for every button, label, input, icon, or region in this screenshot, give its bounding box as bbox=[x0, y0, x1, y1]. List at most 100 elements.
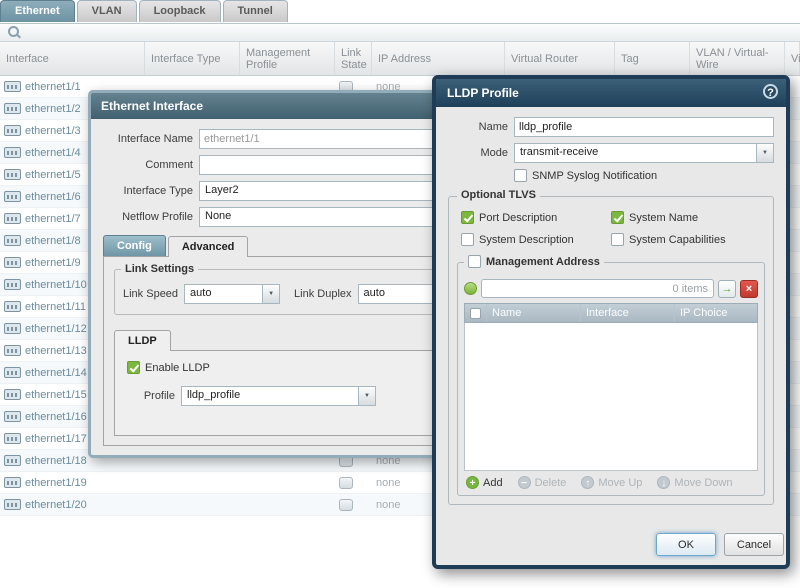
move-down-icon: ↓ bbox=[657, 476, 670, 489]
move-up-icon: ↑ bbox=[581, 476, 594, 489]
management-address-table-body[interactable] bbox=[464, 323, 758, 471]
tab-ethernet[interactable]: Ethernet bbox=[0, 0, 75, 22]
enable-lldp-checkbox[interactable] bbox=[127, 361, 140, 374]
management-address-group: Management Address 0 items → × Name Inte… bbox=[457, 262, 765, 496]
interface-name-link[interactable]: ethernet1/7 bbox=[25, 213, 81, 225]
column-header-ip-address[interactable]: IP Address bbox=[372, 42, 505, 75]
lldp-profile-dialog: LLDP Profile ? Name Mode transmit-receiv… bbox=[432, 75, 790, 569]
lldp-profile-dropdown-button[interactable]: ▼ bbox=[359, 386, 376, 406]
interface-name-link[interactable]: ethernet1/15 bbox=[25, 389, 87, 401]
tab-advanced[interactable]: Advanced bbox=[168, 236, 249, 257]
column-header-interface[interactable]: Interface bbox=[581, 304, 675, 322]
ok-button[interactable]: OK bbox=[656, 533, 716, 556]
ethernet-port-icon bbox=[4, 455, 21, 466]
lldp-profile-dropdown[interactable]: lldp_profile ▼ bbox=[181, 386, 376, 406]
column-header-ip-choice[interactable]: IP Choice bbox=[675, 304, 757, 322]
interface-name-link[interactable]: ethernet1/2 bbox=[25, 103, 81, 115]
column-header-interface[interactable]: Interface bbox=[0, 42, 145, 75]
help-icon[interactable]: ? bbox=[763, 84, 778, 99]
interface-name-link[interactable]: ethernet1/12 bbox=[25, 323, 87, 335]
port-description-checkbox[interactable] bbox=[461, 211, 474, 224]
link-speed-dropdown-button[interactable]: ▼ bbox=[263, 284, 280, 304]
lldp-mode-label: Mode bbox=[448, 147, 508, 159]
interface-name-link[interactable]: ethernet1/17 bbox=[25, 433, 87, 445]
netflow-profile-label: Netflow Profile bbox=[103, 211, 193, 223]
interface-name-link[interactable]: ethernet1/18 bbox=[25, 455, 87, 467]
lldp-mode-value: transmit-receive bbox=[514, 143, 757, 163]
interface-name-link[interactable]: ethernet1/9 bbox=[25, 257, 81, 269]
lldp-name-label: Name bbox=[448, 121, 508, 133]
system-capabilities-checkbox[interactable] bbox=[611, 233, 624, 246]
system-name-label: System Name bbox=[629, 212, 698, 224]
link-state-icon bbox=[339, 499, 353, 511]
lldp-name-field[interactable] bbox=[514, 117, 774, 137]
snmp-syslog-checkbox[interactable] bbox=[514, 169, 527, 182]
interface-name-link[interactable]: ethernet1/3 bbox=[25, 125, 81, 137]
lldp-mode-dropdown[interactable]: transmit-receive ▼ bbox=[514, 143, 774, 163]
column-header-management-profile[interactable]: Management Profile bbox=[240, 42, 335, 75]
select-all-checkbox[interactable] bbox=[470, 308, 481, 319]
column-header-interface-type[interactable]: Interface Type bbox=[145, 42, 240, 75]
add-button[interactable]: + Add bbox=[466, 476, 503, 489]
interface-name-link[interactable]: ethernet1/8 bbox=[25, 235, 81, 247]
management-address-toolbar: 0 items → × bbox=[464, 279, 758, 298]
interface-name-link[interactable]: ethernet1/5 bbox=[25, 169, 81, 181]
cancel-button[interactable]: Cancel bbox=[724, 533, 784, 556]
interface-name-link[interactable]: ethernet1/16 bbox=[25, 411, 87, 423]
management-address-checkbox[interactable] bbox=[468, 255, 481, 268]
column-header-vlan-virtual-wire[interactable]: VLAN / Virtual-Wire bbox=[690, 42, 785, 75]
search-icon bbox=[8, 26, 21, 39]
interface-name-link[interactable]: ethernet1/20 bbox=[25, 499, 87, 511]
column-header-name[interactable]: Name bbox=[487, 304, 581, 322]
filter-bar[interactable] bbox=[0, 23, 800, 42]
ethernet-port-icon bbox=[4, 147, 21, 158]
column-header-tag[interactable]: Tag bbox=[615, 42, 690, 75]
tab-lldp[interactable]: LLDP bbox=[114, 330, 171, 351]
link-speed-value: auto bbox=[184, 284, 263, 304]
lldp-mode-dropdown-button[interactable]: ▼ bbox=[757, 143, 774, 163]
add-label: Add bbox=[483, 477, 503, 489]
interface-cell: ethernet1/20 bbox=[0, 494, 145, 516]
interface-name-link[interactable]: ethernet1/14 bbox=[25, 367, 87, 379]
tab-loopback[interactable]: Loopback bbox=[139, 0, 221, 22]
ethernet-port-icon bbox=[4, 301, 21, 312]
lldp-dialog-body: Name Mode transmit-receive ▼ SNMP Syslog… bbox=[436, 107, 786, 565]
management-address-filter-input[interactable]: 0 items bbox=[481, 279, 714, 298]
column-header-link-state[interactable]: Link State bbox=[335, 42, 372, 75]
system-name-checkbox[interactable] bbox=[611, 211, 624, 224]
apply-filter-button[interactable]: → bbox=[718, 280, 736, 298]
tlv-system-name: System Name bbox=[611, 211, 761, 224]
move-down-button[interactable]: ↓ Move Down bbox=[657, 476, 732, 489]
lldp-dialog-titlebar[interactable]: LLDP Profile ? bbox=[436, 79, 786, 107]
clear-filter-button[interactable]: × bbox=[740, 280, 758, 298]
interface-name-link[interactable]: ethernet1/13 bbox=[25, 345, 87, 357]
select-all-cell bbox=[465, 304, 487, 322]
items-count: 0 items bbox=[673, 283, 708, 295]
ethernet-port-icon bbox=[4, 213, 21, 224]
column-header-virtual-router[interactable]: Virtual Router bbox=[505, 42, 615, 75]
link-duplex-value: auto bbox=[358, 284, 437, 304]
interface-type-label: Interface Type bbox=[103, 185, 193, 197]
column-header-vi[interactable]: Vi bbox=[785, 42, 800, 75]
interface-name-link[interactable]: ethernet1/4 bbox=[25, 147, 81, 159]
interface-name-link[interactable]: ethernet1/19 bbox=[25, 477, 87, 489]
move-down-label: Move Down bbox=[674, 477, 732, 489]
interface-name-link[interactable]: ethernet1/1 bbox=[25, 81, 81, 93]
system-description-checkbox[interactable] bbox=[461, 233, 474, 246]
chevron-down-icon: ▼ bbox=[762, 150, 768, 156]
lldp-dialog-title: LLDP Profile bbox=[447, 86, 519, 100]
tab-tunnel[interactable]: Tunnel bbox=[223, 0, 288, 22]
tab-config[interactable]: Config bbox=[103, 235, 166, 256]
interface-name-link[interactable]: ethernet1/10 bbox=[25, 279, 87, 291]
interface-name-link[interactable]: ethernet1/11 bbox=[25, 301, 86, 313]
move-up-button[interactable]: ↑ Move Up bbox=[581, 476, 642, 489]
interface-type-cell bbox=[145, 472, 240, 494]
ethernet-port-icon bbox=[4, 279, 21, 290]
link-speed-dropdown[interactable]: auto ▼ bbox=[184, 284, 280, 304]
lldp-profile-value: lldp_profile bbox=[181, 386, 359, 406]
delete-label: Delete bbox=[535, 477, 567, 489]
delete-button[interactable]: − Delete bbox=[518, 476, 567, 489]
ip-address-value: none bbox=[376, 477, 400, 489]
tab-vlan[interactable]: VLAN bbox=[77, 0, 137, 22]
interface-name-link[interactable]: ethernet1/6 bbox=[25, 191, 81, 203]
